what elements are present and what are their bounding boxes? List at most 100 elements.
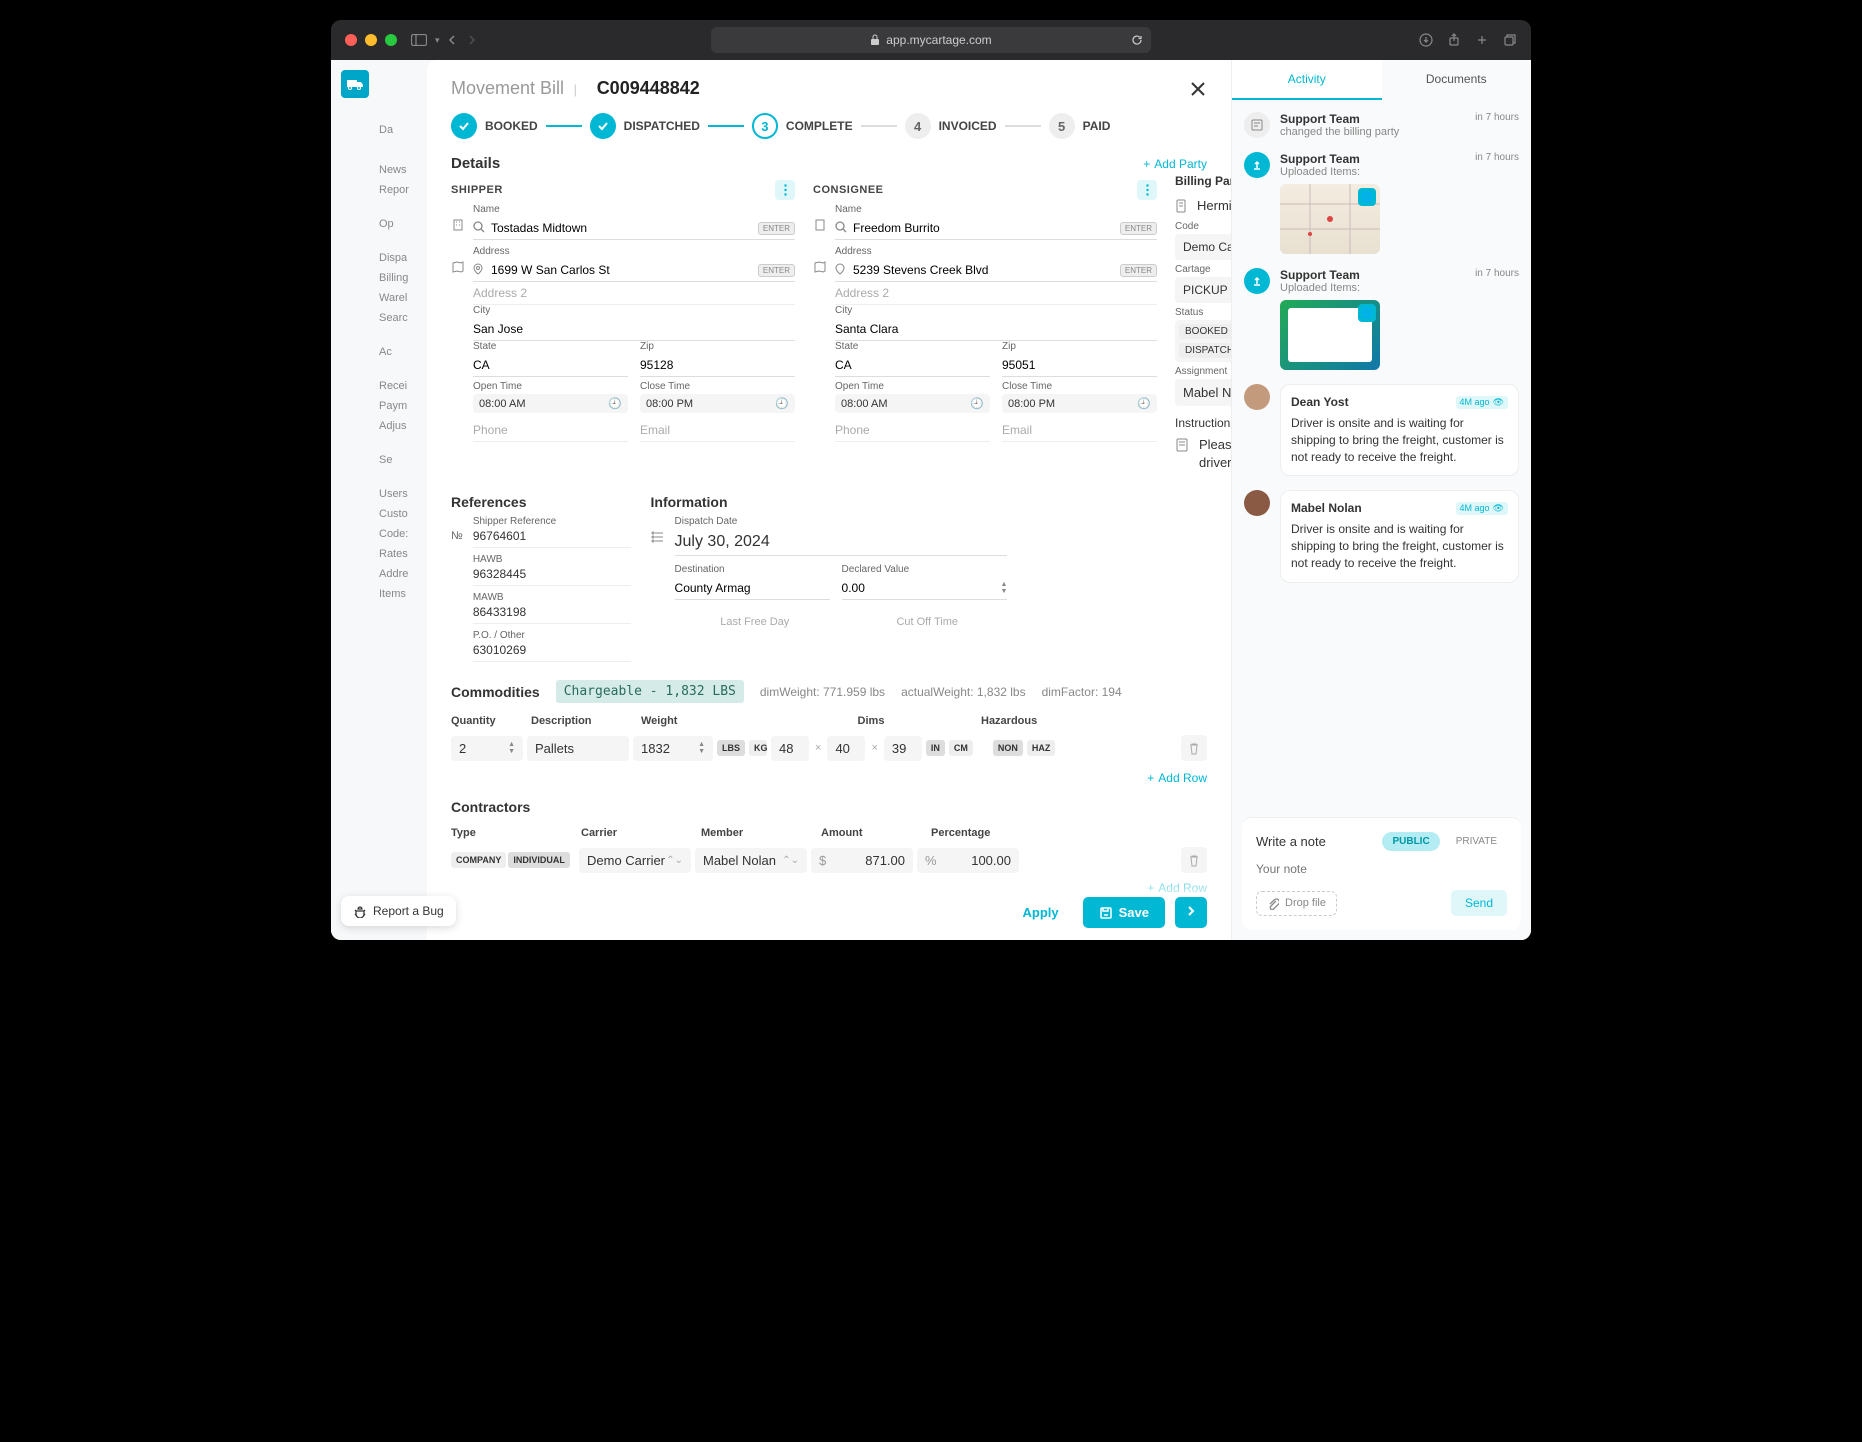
- dim2-input[interactable]: 40: [827, 736, 865, 761]
- nav-settings[interactable]: Se: [379, 450, 427, 470]
- weight-input[interactable]: 1832▲▼: [633, 736, 713, 761]
- shipper-open-time[interactable]: 08:00 AM🕘: [473, 394, 628, 413]
- add-commodity-row[interactable]: +Add Row: [451, 771, 1207, 785]
- unit-cm[interactable]: CM: [949, 740, 973, 756]
- minimize-window[interactable]: [365, 34, 377, 46]
- shipper-address-input[interactable]: [491, 261, 754, 279]
- consignee-city[interactable]: [835, 320, 1157, 338]
- apply-button[interactable]: Apply: [1009, 897, 1073, 928]
- quantity-input[interactable]: 2▲▼: [451, 736, 523, 761]
- nav-users[interactable]: Users: [379, 484, 427, 504]
- hazard-non[interactable]: NON: [993, 740, 1023, 756]
- nav-accounts[interactable]: Ac: [379, 342, 427, 362]
- nav-payments[interactable]: Paym: [379, 396, 427, 416]
- cutoff-time-button[interactable]: Cut Off Time: [847, 610, 1007, 634]
- nav-receivable[interactable]: Recei: [379, 376, 427, 396]
- maximize-window[interactable]: [385, 34, 397, 46]
- ref-po[interactable]: 63010269: [473, 641, 631, 662]
- note-input[interactable]: [1256, 862, 1507, 876]
- new-tab-icon[interactable]: [1475, 33, 1489, 47]
- consignee-name-input[interactable]: [853, 219, 1116, 237]
- step-complete[interactable]: 3 COMPLETE: [752, 113, 853, 139]
- nav-rates[interactable]: Rates: [379, 544, 427, 564]
- dim3-input[interactable]: 39: [884, 736, 922, 761]
- shipper-close-time[interactable]: 08:00 PM🕘: [640, 394, 795, 413]
- shipper-name-input[interactable]: [491, 219, 754, 237]
- type-company[interactable]: COMPANY: [451, 852, 506, 868]
- consignee-phone[interactable]: Phone: [835, 419, 990, 442]
- shipper-menu-button[interactable]: [775, 180, 795, 200]
- step-paid[interactable]: 5 PAID: [1049, 113, 1111, 139]
- delete-contractor-button[interactable]: [1181, 847, 1207, 873]
- add-party-button[interactable]: + Add Party: [1143, 157, 1207, 171]
- nav-search[interactable]: Searc: [379, 308, 427, 328]
- nav-adjust[interactable]: Adjus: [379, 416, 427, 436]
- last-free-day-button[interactable]: Last Free Day: [675, 610, 835, 634]
- nav-warehouse[interactable]: Warel: [379, 288, 427, 308]
- unit-kg[interactable]: KG: [749, 740, 767, 756]
- description-input[interactable]: Pallets: [527, 736, 629, 761]
- next-button[interactable]: [1175, 897, 1207, 928]
- nav-items[interactable]: Items: [379, 584, 427, 604]
- tabs-icon[interactable]: [1503, 33, 1517, 47]
- download-icon[interactable]: [1419, 33, 1433, 47]
- carrier-select[interactable]: Demo Carrier⌃⌄: [579, 848, 691, 873]
- consignee-address-input[interactable]: [853, 261, 1116, 279]
- close-window[interactable]: [345, 34, 357, 46]
- stepper-icon[interactable]: ▲▼: [1001, 581, 1008, 595]
- consignee-state[interactable]: [835, 356, 990, 374]
- nav-news[interactable]: News: [379, 160, 427, 180]
- visibility-public[interactable]: PUBLIC: [1382, 832, 1439, 851]
- visibility-private[interactable]: PRIVATE: [1446, 832, 1507, 851]
- shipper-city[interactable]: [473, 320, 795, 338]
- ref-hawb[interactable]: 96328445: [473, 565, 631, 586]
- save-button[interactable]: Save: [1083, 897, 1165, 928]
- dim1-input[interactable]: 48: [771, 736, 809, 761]
- consignee-open-time[interactable]: 08:00 AM🕘: [835, 394, 990, 413]
- nav-address[interactable]: Addre: [379, 564, 427, 584]
- shipper-address2[interactable]: Address 2: [473, 282, 795, 305]
- dispatch-date[interactable]: July 30, 2024: [675, 529, 1008, 556]
- ref-shipper[interactable]: 96764601: [473, 527, 631, 548]
- unit-in[interactable]: IN: [926, 740, 945, 756]
- nav-report[interactable]: Repor: [379, 180, 427, 200]
- nav-back-icon[interactable]: [448, 35, 458, 45]
- consignee-zip[interactable]: [1002, 356, 1157, 374]
- address-bar[interactable]: app.mycartage.com: [711, 27, 1151, 53]
- shipper-phone[interactable]: Phone: [473, 419, 628, 442]
- consignee-menu-button[interactable]: [1137, 180, 1157, 200]
- destination-input[interactable]: [675, 579, 830, 597]
- tab-activity[interactable]: Activity: [1232, 60, 1382, 100]
- delete-row-button[interactable]: [1181, 735, 1207, 761]
- shipper-email[interactable]: Email: [640, 419, 795, 442]
- declared-value-input[interactable]: [842, 579, 997, 597]
- shipper-zip[interactable]: [640, 356, 795, 374]
- drop-file-button[interactable]: Drop file: [1256, 891, 1337, 916]
- type-individual[interactable]: INDIVIDUAL: [508, 852, 570, 868]
- amount-input[interactable]: $ 871.00: [811, 848, 913, 873]
- step-booked[interactable]: BOOKED: [451, 113, 538, 139]
- consignee-address2[interactable]: Address 2: [835, 282, 1157, 305]
- cartage-select[interactable]: PICKUP⌃⌄: [1175, 277, 1231, 303]
- share-icon[interactable]: [1447, 33, 1461, 47]
- nav-forward-icon[interactable]: [466, 35, 476, 45]
- refresh-icon[interactable]: [1131, 34, 1143, 46]
- map-thumbnail[interactable]: 🌐: [1280, 184, 1380, 254]
- sidebar-toggle-icon[interactable]: [411, 34, 427, 46]
- percentage-input[interactable]: % 100.00: [917, 848, 1019, 873]
- assignment-field[interactable]: Mabel Nolan ×: [1175, 379, 1231, 406]
- tab-documents[interactable]: Documents: [1382, 60, 1532, 100]
- nav-customers[interactable]: Custo: [379, 504, 427, 524]
- nav-codes[interactable]: Code:: [379, 524, 427, 544]
- code-select[interactable]: Demo Carrier⌃⌄: [1175, 234, 1231, 260]
- nav-dispatch[interactable]: Dispa: [379, 248, 427, 268]
- member-select[interactable]: Mabel Nolan⌃⌄: [695, 848, 807, 873]
- app-logo[interactable]: [341, 70, 369, 98]
- step-dispatched[interactable]: DISPATCHED: [590, 113, 700, 139]
- send-button[interactable]: Send: [1451, 890, 1507, 916]
- consignee-close-time[interactable]: 08:00 PM🕘: [1002, 394, 1157, 413]
- ref-mawb[interactable]: 86433198: [473, 603, 631, 624]
- screenshot-thumbnail[interactable]: 🌐: [1280, 300, 1380, 370]
- report-bug-button[interactable]: Report a Bug: [341, 896, 456, 926]
- chevron-down-icon[interactable]: ▾: [435, 35, 440, 46]
